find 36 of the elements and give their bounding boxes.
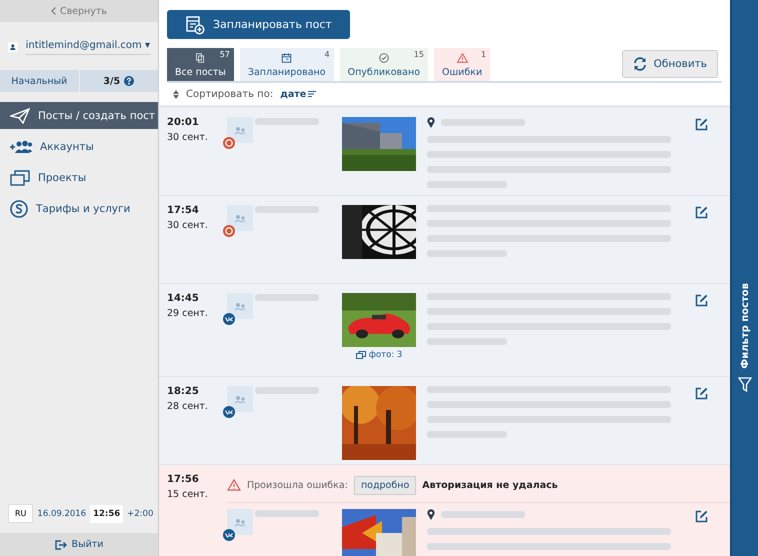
logout-button[interactable]: Выйти bbox=[0, 533, 158, 556]
nav-item[interactable]: Посты / создать пост bbox=[0, 102, 158, 129]
filter-panel[interactable]: Фильтр постов bbox=[730, 0, 758, 556]
sort-label: Сортировать по: bbox=[186, 88, 274, 100]
nav-item[interactable]: Проекты bbox=[0, 164, 158, 191]
plan-usage: 3/5 bbox=[103, 76, 120, 86]
post-date: 15 сент. bbox=[167, 489, 209, 500]
photo-count-link[interactable]: фото: 3 bbox=[356, 350, 402, 360]
current-date: 16.09.2016 bbox=[37, 508, 86, 518]
language-select[interactable]: RU bbox=[8, 504, 34, 523]
filter-tab[interactable]: 4 Запланировано bbox=[240, 48, 334, 81]
post-date: 30 сент. bbox=[167, 132, 209, 143]
refresh-button[interactable]: Обновить bbox=[622, 50, 718, 78]
error-label: Произошла ошибка: bbox=[247, 480, 348, 490]
details-button[interactable]: подробно bbox=[354, 476, 416, 494]
post-time: 17:56 bbox=[167, 474, 200, 485]
sort-option[interactable]: дате bbox=[280, 88, 316, 100]
filter-tab[interactable]: 15 Опубликовано bbox=[340, 48, 428, 81]
post-date: 29 сент. bbox=[167, 308, 209, 319]
plan-name: Начальный bbox=[0, 70, 80, 92]
current-time: 12:56 bbox=[90, 504, 124, 522]
account-dropdown[interactable]: intitlemind@gmail.com ▾ bbox=[26, 40, 150, 54]
error-message: Авторизация не удалась bbox=[422, 480, 558, 490]
post-time: 18:25 bbox=[167, 386, 200, 397]
schedule-post-button[interactable]: Запланировать пост bbox=[167, 10, 350, 39]
post-time: 14:45 bbox=[167, 293, 200, 304]
nav-item[interactable]: Аккаунты bbox=[0, 133, 158, 160]
post-time: 17:54 bbox=[167, 205, 200, 216]
filter-tab[interactable]: 57 Все посты bbox=[167, 48, 234, 81]
filter-tab[interactable]: 1 Ошибки bbox=[434, 48, 490, 81]
timezone: +2:00 bbox=[127, 508, 154, 518]
post-date: 28 сент. bbox=[167, 401, 209, 412]
post-time: 20:01 bbox=[167, 117, 200, 128]
filter-panel-label: Фильтр постов bbox=[740, 283, 750, 369]
nav-item[interactable]: Тарифы и услуги bbox=[0, 195, 158, 222]
post-date: 30 сент. bbox=[167, 220, 209, 231]
